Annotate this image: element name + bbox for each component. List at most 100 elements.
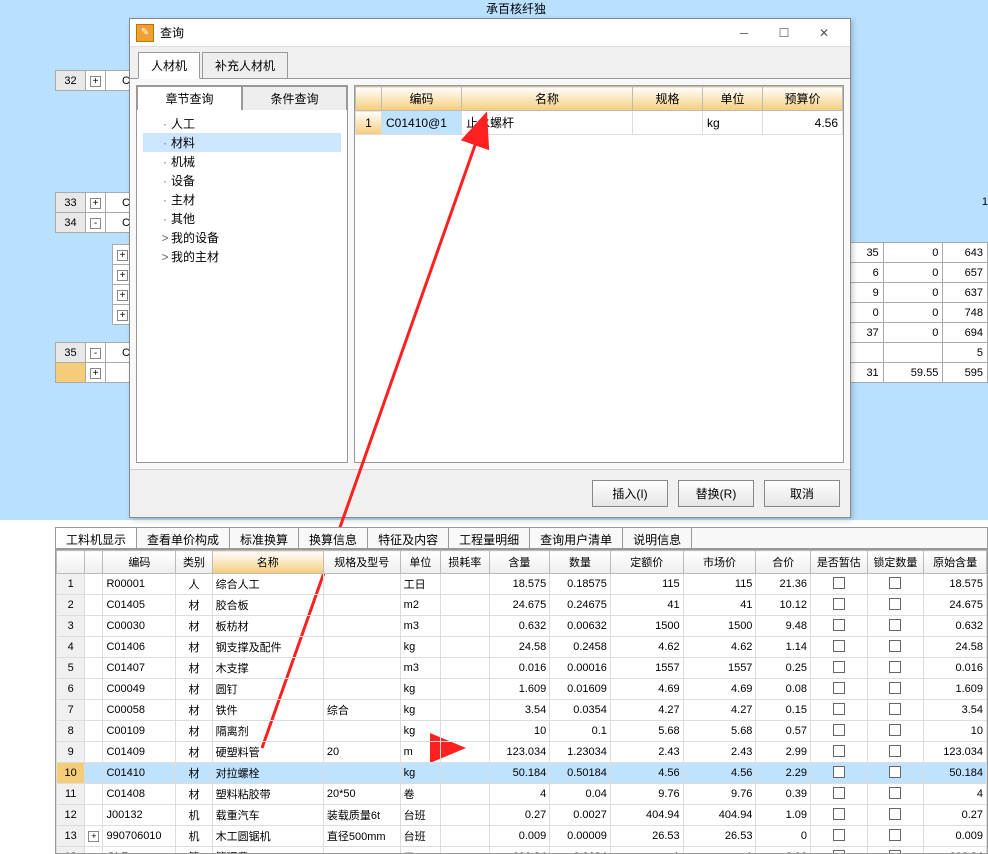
cell-lock-qty[interactable]: [867, 847, 924, 854]
cell-category[interactable]: 材: [176, 742, 212, 763]
row-expand[interactable]: [85, 847, 103, 854]
cell-lock-qty[interactable]: [867, 763, 924, 784]
cell-lock-qty[interactable]: [867, 742, 924, 763]
cell-provisional[interactable]: [811, 847, 868, 854]
col-header[interactable]: 类别: [176, 551, 212, 574]
checkbox-icon[interactable]: [833, 808, 845, 820]
row-expand[interactable]: +: [85, 826, 103, 847]
cell-mkt-price[interactable]: 4.69: [683, 679, 756, 700]
col-header[interactable]: 锁定数量: [867, 551, 924, 574]
cell-category[interactable]: 材: [176, 658, 212, 679]
cell-hanliang[interactable]: 3.54: [489, 700, 550, 721]
cell-category[interactable]: 材: [176, 784, 212, 805]
cell-lock-qty[interactable]: [867, 574, 924, 595]
cell-provisional[interactable]: [811, 679, 868, 700]
cell-name[interactable]: 载重汽车: [212, 805, 323, 826]
cell-orig[interactable]: 24.675: [924, 595, 987, 616]
expand-toggle[interactable]: +: [86, 363, 106, 383]
cell-unit[interactable]: kg: [400, 721, 440, 742]
row-expand[interactable]: [85, 679, 103, 700]
cell-spec[interactable]: [323, 658, 400, 679]
checkbox-icon[interactable]: [833, 577, 845, 589]
checkbox-icon[interactable]: [833, 787, 845, 799]
row-index[interactable]: 10: [57, 763, 85, 784]
cell-hanliang[interactable]: 123.034: [489, 742, 550, 763]
col-header[interactable]: [57, 551, 85, 574]
cell-qty[interactable]: 0.50184: [550, 763, 611, 784]
cell-orig[interactable]: 1.609: [924, 679, 987, 700]
cell-category[interactable]: 材: [176, 595, 212, 616]
table-row[interactable]: 4 C01406 材 钢支撑及配件 kg 24.58 0.2458 4.62 4…: [57, 637, 987, 658]
col-header[interactable]: 名称: [212, 551, 323, 574]
result-row-index[interactable]: 1: [356, 111, 382, 135]
cell-loss[interactable]: [441, 616, 490, 637]
cell-qty[interactable]: 0.2458: [550, 637, 611, 658]
cell-qty[interactable]: 0.24675: [550, 595, 611, 616]
result-spec[interactable]: [633, 111, 703, 135]
checkbox-icon[interactable]: [833, 724, 845, 736]
row-expand[interactable]: [85, 637, 103, 658]
cell-name[interactable]: 对拉螺栓: [212, 763, 323, 784]
row-expand[interactable]: [85, 742, 103, 763]
row-expand[interactable]: [85, 784, 103, 805]
cell-qty[interactable]: 0.00009: [550, 826, 611, 847]
cell-provisional[interactable]: [811, 574, 868, 595]
cell-dep-price[interactable]: 1500: [610, 616, 683, 637]
cell-qty[interactable]: 1.23034: [550, 742, 611, 763]
cell-mkt-price[interactable]: 1557: [683, 658, 756, 679]
cell-sum[interactable]: 2.29: [756, 763, 811, 784]
table-row[interactable]: 10 C01410 材 对拉螺栓 kg 50.184 0.50184 4.56 …: [57, 763, 987, 784]
cell-loss[interactable]: [441, 784, 490, 805]
cell-hanliang[interactable]: 0.016: [489, 658, 550, 679]
row-index[interactable]: 11: [57, 784, 85, 805]
row-index[interactable]: 13: [57, 826, 85, 847]
cell-sum[interactable]: 0.15: [756, 700, 811, 721]
row-expand[interactable]: [85, 595, 103, 616]
row-expand[interactable]: [85, 616, 103, 637]
checkbox-icon[interactable]: [889, 619, 901, 631]
cell-provisional[interactable]: [811, 658, 868, 679]
cell-loss[interactable]: [441, 805, 490, 826]
insert-button[interactable]: 插入(I): [592, 480, 668, 507]
cell-spec[interactable]: 直径500mm: [323, 826, 400, 847]
cell-qty[interactable]: 0.00632: [550, 616, 611, 637]
cell-mkt-price[interactable]: 115: [683, 574, 756, 595]
cell-orig[interactable]: 0.632: [924, 616, 987, 637]
cell-category[interactable]: 材: [176, 616, 212, 637]
table-row[interactable]: 5 C01407 材 木支撑 m3 0.016 0.00016 1557 155…: [57, 658, 987, 679]
cell-sum[interactable]: 9.48: [756, 616, 811, 637]
col-header[interactable]: 是否暂估: [811, 551, 868, 574]
cell-code[interactable]: C01408: [103, 784, 176, 805]
cell-orig[interactable]: 3.54: [924, 700, 987, 721]
cell-code[interactable]: GLF: [103, 847, 176, 854]
row-index[interactable]: 5: [57, 658, 85, 679]
detail-tab[interactable]: 工料机显示: [56, 528, 137, 548]
cell-code[interactable]: C00109: [103, 721, 176, 742]
col-header[interactable]: 单位: [400, 551, 440, 574]
detail-tab[interactable]: 工程量明细: [449, 528, 530, 548]
cell-loss[interactable]: [441, 700, 490, 721]
cell-category[interactable]: 材: [176, 679, 212, 700]
cell-name[interactable]: 综合人工: [212, 574, 323, 595]
row-expand[interactable]: [85, 805, 103, 826]
cell-category[interactable]: 机: [176, 805, 212, 826]
result-code[interactable]: C01410@1: [382, 111, 462, 135]
col-header[interactable]: 损耗率: [441, 551, 490, 574]
close-button[interactable]: ✕: [804, 21, 844, 45]
cell-mkt-price[interactable]: 9.76: [683, 784, 756, 805]
checkbox-icon[interactable]: [833, 640, 845, 652]
cell-dep-price[interactable]: 9.76: [610, 784, 683, 805]
cell-unit[interactable]: kg: [400, 637, 440, 658]
col-header[interactable]: 含量: [489, 551, 550, 574]
cell-orig[interactable]: 18.575: [924, 574, 987, 595]
cell-orig[interactable]: 0.016: [924, 658, 987, 679]
cell-category[interactable]: 材: [176, 700, 212, 721]
cell-code[interactable]: C00049: [103, 679, 176, 700]
cell-mkt-price[interactable]: 41: [683, 595, 756, 616]
cell-spec[interactable]: [323, 721, 400, 742]
cancel-button[interactable]: 取消: [764, 480, 840, 507]
cell-dep-price[interactable]: 1557: [610, 658, 683, 679]
row-index[interactable]: 6: [57, 679, 85, 700]
row-index[interactable]: 19: [57, 847, 85, 854]
cell-unit[interactable]: kg: [400, 679, 440, 700]
